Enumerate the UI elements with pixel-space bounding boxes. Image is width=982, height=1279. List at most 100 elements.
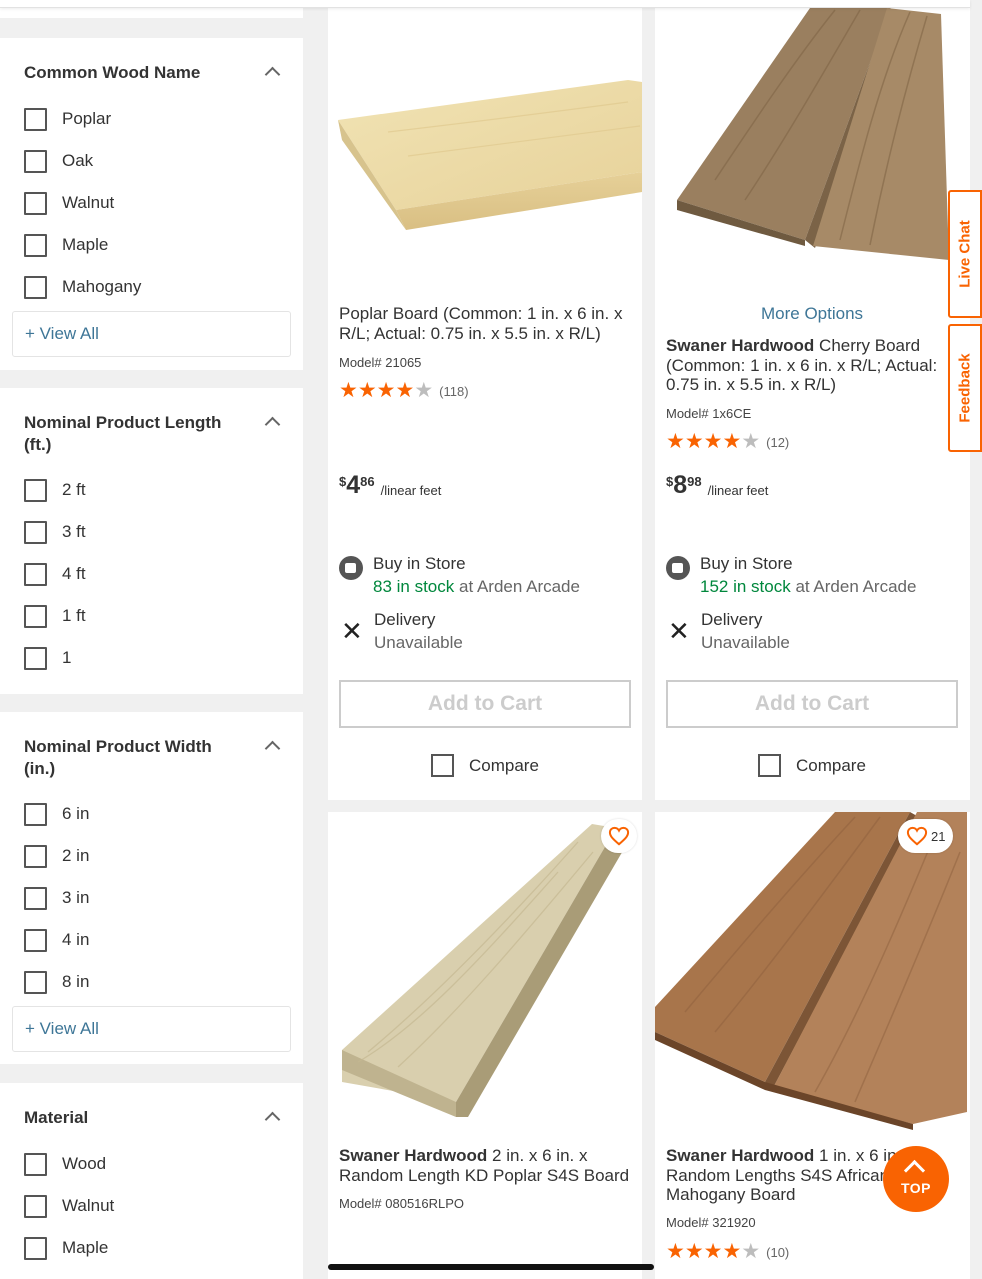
add-to-cart-button[interactable]: Add to Cart: [339, 680, 631, 728]
review-count[interactable]: (12): [766, 435, 789, 450]
filter-nominal-length: Nominal Product Length (ft.) 2 ft 3 ft 4…: [0, 388, 303, 694]
checkbox[interactable]: [24, 1236, 47, 1260]
filter-option[interactable]: 3 ft: [24, 520, 86, 544]
price-unit: /linear feet: [380, 483, 442, 498]
price-cents: 86: [360, 474, 375, 489]
filter-option[interactable]: 4 in: [24, 928, 89, 952]
review-count[interactable]: (118): [439, 384, 468, 399]
price-cents: 98: [687, 474, 702, 489]
price-currency: $: [339, 474, 347, 489]
favorite-button[interactable]: [601, 819, 637, 853]
filter-option[interactable]: Maple: [24, 233, 108, 257]
checkbox[interactable]: [24, 520, 47, 544]
chevron-up-icon[interactable]: [265, 1109, 279, 1123]
product-title[interactable]: Swaner Hardwood Cherry Board (Common: 1 …: [666, 336, 962, 395]
option-label: 3 in: [62, 888, 90, 907]
model-number: Model# 080516RLPO: [339, 1196, 465, 1211]
checkbox[interactable]: [24, 275, 47, 299]
product-card[interactable]: Swaner Hardwood 2 in. x 6 in. x Random L…: [328, 812, 642, 1279]
star-rating-icon: ★★★★★: [339, 379, 434, 402]
checkbox[interactable]: [431, 754, 454, 777]
rating[interactable]: ★★★★★ (10): [666, 1240, 789, 1263]
option-label: Walnut: [62, 193, 115, 212]
compare-label: Compare: [469, 755, 539, 775]
chevron-up-icon[interactable]: [265, 414, 279, 428]
back-to-top-button[interactable]: TOP: [883, 1146, 949, 1212]
filter-option[interactable]: Walnut: [24, 191, 114, 215]
checkbox[interactable]: [24, 970, 47, 994]
rating[interactable]: ★★★★★ (12): [666, 431, 789, 452]
heart-icon: [906, 826, 928, 846]
checkbox[interactable]: [24, 1152, 47, 1176]
filter-nominal-width: Nominal Product Width (in.) 6 in 2 in 3 …: [0, 712, 303, 1064]
view-all-button[interactable]: + View All: [12, 311, 291, 357]
filter-option[interactable]: 3 in: [24, 886, 89, 910]
chevron-up-icon[interactable]: [265, 64, 279, 78]
checkbox[interactable]: [24, 844, 47, 868]
filter-option[interactable]: 6 in: [24, 802, 89, 826]
product-image[interactable]: [328, 812, 642, 1132]
checkbox[interactable]: [24, 149, 47, 173]
filter-option[interactable]: Poplar: [24, 107, 111, 131]
live-chat-tab[interactable]: Live Chat: [948, 190, 982, 318]
checkbox[interactable]: [24, 562, 47, 586]
option-label: Mahogany: [62, 277, 142, 296]
price-dollars: 4: [346, 471, 361, 499]
checkbox[interactable]: [24, 233, 47, 257]
checkbox[interactable]: [24, 604, 47, 628]
filter-option[interactable]: 8 in: [24, 970, 89, 994]
add-to-cart-button[interactable]: Add to Cart: [666, 680, 958, 728]
checkbox[interactable]: [24, 478, 47, 502]
product-title[interactable]: Poplar Board (Common: 1 in. x 6 in. x R/…: [339, 304, 633, 343]
checkbox[interactable]: [758, 754, 781, 777]
rating[interactable]: ★★★★★ (118): [339, 379, 469, 402]
product-image[interactable]: [328, 60, 642, 250]
more-options-link[interactable]: More Options: [761, 304, 863, 324]
stock-status: 83 in stock at Arden Arcade: [373, 577, 580, 597]
product-image[interactable]: [655, 812, 970, 1132]
product-image[interactable]: [655, 0, 970, 270]
option-label: 2 in: [62, 846, 90, 865]
star-rating-icon: ★★★★★: [666, 1240, 761, 1263]
filter-option[interactable]: 2 in: [24, 844, 89, 868]
checkbox[interactable]: [24, 1194, 47, 1218]
price-dollars: 8: [673, 471, 688, 499]
compare-label: Compare: [796, 755, 866, 775]
price-unit: /linear feet: [707, 483, 769, 498]
option-label: Maple: [62, 235, 109, 254]
price: $ 8 98 /linear feet: [666, 472, 768, 498]
filter-option[interactable]: Maple: [24, 1236, 108, 1260]
feedback-tab[interactable]: Feedback: [948, 324, 982, 452]
checkbox[interactable]: [24, 646, 47, 670]
chevron-up-icon[interactable]: [265, 738, 279, 752]
filter-option[interactable]: Walnut: [24, 1194, 114, 1218]
option-label: Maple: [62, 1238, 109, 1257]
checkbox[interactable]: [24, 802, 47, 826]
filter-option[interactable]: Oak: [24, 149, 93, 173]
filter-option[interactable]: 4 ft: [24, 562, 86, 586]
checkbox[interactable]: [24, 107, 47, 131]
delivery-label: Delivery: [701, 610, 763, 629]
filter-option[interactable]: 2 ft: [24, 478, 86, 502]
model-number: Model# 1x6CE: [666, 406, 752, 421]
compare-checkbox[interactable]: Compare: [431, 754, 539, 777]
product-card[interactable]: More Options Swaner Hardwood Cherry Boar…: [655, 0, 970, 800]
product-title[interactable]: Swaner Hardwood 2 in. x 6 in. x Random L…: [339, 1146, 635, 1185]
checkbox[interactable]: [24, 191, 47, 215]
checkbox[interactable]: [24, 928, 47, 952]
review-count[interactable]: (10): [766, 1245, 789, 1260]
filter-option[interactable]: 1 ft: [24, 604, 86, 628]
view-all-button[interactable]: + View All: [12, 1006, 291, 1052]
filter-common-wood-name: Common Wood Name Poplar Oak Walnut Maple…: [0, 38, 303, 370]
product-card[interactable]: Poplar Board (Common: 1 in. x 6 in. x R/…: [328, 0, 642, 800]
filter-option[interactable]: Wood: [24, 1152, 106, 1176]
filter-option[interactable]: 1: [24, 646, 71, 670]
option-label: Walnut: [62, 1196, 115, 1215]
favorite-button[interactable]: 21: [898, 819, 954, 853]
home-indicator: [328, 1264, 654, 1270]
stock-status: 152 in stock at Arden Arcade: [700, 577, 916, 597]
option-label: 4 in: [62, 930, 90, 949]
checkbox[interactable]: [24, 886, 47, 910]
filter-option[interactable]: Mahogany: [24, 275, 141, 299]
compare-checkbox[interactable]: Compare: [758, 754, 866, 777]
